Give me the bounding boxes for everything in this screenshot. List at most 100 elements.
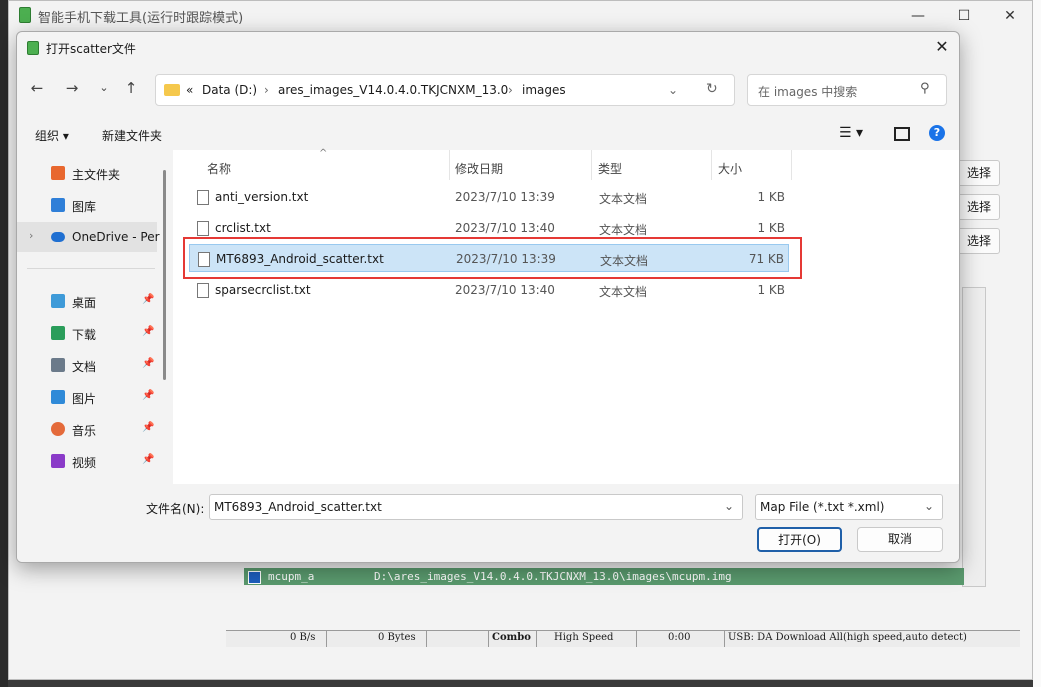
nav-item-desktop[interactable]: 桌面 📌 <box>17 286 157 316</box>
file-type-filter[interactable]: Map File (*.txt *.xml) ⌄ <box>755 494 943 520</box>
pin-icon[interactable]: 📌 <box>142 422 154 433</box>
open-button[interactable]: 打开(O) <box>757 527 842 552</box>
background-desktop <box>0 0 8 687</box>
close-window-icon[interactable]: ✕ <box>987 2 1033 30</box>
chevron-right-icon: › <box>508 83 513 97</box>
nav-item-music[interactable]: 音乐 📌 <box>17 414 157 444</box>
chevron-down-icon[interactable]: ⌄ <box>668 83 678 97</box>
refresh-icon[interactable]: ↻ <box>706 81 718 97</box>
document-icon <box>51 358 65 372</box>
nav-item-downloads[interactable]: 下载 📌 <box>17 318 157 348</box>
filename-value: MT6893_Android_scatter.txt <box>214 500 382 514</box>
recent-locations-icon[interactable]: ⌄ <box>92 74 116 102</box>
nav-item-home[interactable]: 主文件夹 <box>17 158 157 188</box>
partition-row[interactable]: mcupm_a D:\ares_images_V14.0.4.0.TKJCNXM… <box>244 568 964 585</box>
filename-label: 文件名(N): <box>146 502 205 516</box>
text-file-icon <box>197 283 209 298</box>
search-box[interactable]: 在 images 中搜索 ⚲ <box>747 74 947 106</box>
partition-name: mcupm_a <box>268 570 315 583</box>
filter-value: Map File (*.txt *.xml) <box>760 500 885 514</box>
music-icon <box>51 422 65 436</box>
search-input[interactable]: 在 images 中搜索 <box>758 83 857 100</box>
status-speed: 0 B/s <box>290 632 316 643</box>
close-icon[interactable]: ✕ <box>929 36 955 58</box>
chevron-right-icon: › <box>264 83 269 97</box>
back-icon[interactable]: ← <box>25 74 49 102</box>
nav-label: 主文件夹 <box>72 168 121 182</box>
checkbox[interactable] <box>248 571 261 584</box>
help-icon[interactable]: ? <box>929 125 945 141</box>
desktop-icon <box>51 294 65 308</box>
status-bytes: 0 Bytes <box>378 632 416 643</box>
preview-pane-icon[interactable] <box>894 127 910 141</box>
navigation-pane: 主文件夹 图库 › OneDrive - Per 桌面 📌 下载 📌 文档 📌 <box>17 150 167 484</box>
pin-icon[interactable]: 📌 <box>142 358 154 369</box>
pin-icon[interactable]: 📌 <box>142 294 154 305</box>
dialog-titlebar: 打开scatter文件 ✕ <box>17 32 959 62</box>
nav-item-gallery[interactable]: 图库 <box>17 190 157 220</box>
pin-icon[interactable]: 📌 <box>142 454 154 465</box>
nav-label: 图库 <box>72 200 97 214</box>
address-segment-folder[interactable]: ares_images_V14.0.4.0.TKJCNXM_13.0 <box>278 83 508 97</box>
expand-chevron-icon[interactable]: › <box>29 229 33 242</box>
cancel-button[interactable]: 取消 <box>857 527 943 552</box>
nav-item-videos[interactable]: 视频 📌 <box>17 446 157 476</box>
nav-label: 下载 <box>72 328 97 342</box>
filename-input[interactable]: MT6893_Android_scatter.txt ⌄ <box>209 494 743 520</box>
forward-icon[interactable]: → <box>60 74 84 102</box>
file-size: 1 KB <box>757 221 785 235</box>
view-options-icon[interactable]: ☰ ▾ <box>839 125 863 141</box>
nav-label: 图片 <box>72 392 97 406</box>
address-bar[interactable]: « Data (D:) › ares_images_V14.0.4.0.TKJC… <box>155 74 735 106</box>
file-size: 1 KB <box>757 283 785 297</box>
file-row[interactable]: sparsecrclist.txt 2023/7/10 13:40 文本文档 1… <box>189 276 789 304</box>
column-header-modified[interactable]: 修改日期 <box>455 160 503 177</box>
file-modified: 2023/7/10 13:40 <box>455 221 555 235</box>
partition-list-scrollbar <box>962 287 986 587</box>
new-folder-button[interactable]: 新建文件夹 <box>102 127 162 144</box>
nav-label: 视频 <box>72 456 97 470</box>
app-icon <box>19 7 31 23</box>
dialog-footer: 文件名(N): MT6893_Android_scatter.txt ⌄ Map… <box>17 484 959 562</box>
file-name: crclist.txt <box>215 221 271 235</box>
toolbar: 组织 ▾ 新建文件夹 ☰ ▾ ? <box>17 118 959 150</box>
nav-divider <box>27 268 155 269</box>
chevron-down-icon[interactable]: ⌄ <box>924 499 934 513</box>
picture-icon <box>51 390 65 404</box>
pin-icon[interactable]: 📌 <box>142 326 154 337</box>
gallery-icon <box>51 198 65 212</box>
search-icon[interactable]: ⚲ <box>920 81 930 96</box>
pin-icon[interactable]: 📌 <box>142 390 154 401</box>
address-chevrons[interactable]: « <box>186 83 193 97</box>
nav-scrollbar[interactable] <box>163 170 166 380</box>
dialog-title: 打开scatter文件 <box>46 42 136 56</box>
home-icon <box>51 166 65 180</box>
open-file-dialog: 打开scatter文件 ✕ ← → ⌄ ↑ « Data (D:) › ares… <box>16 31 960 563</box>
nav-label: OneDrive - Per <box>72 230 160 244</box>
status-time: 0:00 <box>668 632 691 643</box>
download-icon <box>51 326 65 340</box>
nav-item-pictures[interactable]: 图片 📌 <box>17 382 157 412</box>
dialog-app-icon <box>27 41 39 55</box>
maximize-icon[interactable]: ☐ <box>941 2 987 30</box>
address-segment-images[interactable]: images <box>522 83 566 97</box>
file-size: 1 KB <box>757 190 785 204</box>
status-bar: 0 B/s 0 Bytes Combo High Speed 0:00 USB:… <box>226 630 1020 647</box>
file-modified: 2023/7/10 13:40 <box>455 283 555 297</box>
nav-item-documents[interactable]: 文档 📌 <box>17 350 157 380</box>
folder-icon <box>164 84 180 96</box>
file-row[interactable]: anti_version.txt 2023/7/10 13:39 文本文档 1 … <box>189 183 789 211</box>
column-header-size[interactable]: 大小 <box>718 160 742 177</box>
organize-button[interactable]: 组织 ▾ <box>35 127 69 144</box>
partition-path: D:\ares_images_V14.0.4.0.TKJCNXM_13.0\im… <box>374 570 732 583</box>
status-usb: USB: DA Download All(high speed,auto det… <box>728 632 967 643</box>
cloud-icon <box>51 232 65 242</box>
up-icon[interactable]: ↑ <box>119 74 143 102</box>
column-header-type[interactable]: 类型 <box>598 160 622 177</box>
minimize-icon[interactable]: — <box>895 2 941 30</box>
nav-item-onedrive[interactable]: › OneDrive - Per <box>17 222 160 252</box>
chevron-down-icon[interactable]: ⌄ <box>724 499 734 513</box>
column-header-name[interactable]: 名称 <box>207 160 231 177</box>
status-mode: Combo <box>492 632 531 643</box>
address-segment-drive[interactable]: Data (D:) <box>202 83 257 97</box>
